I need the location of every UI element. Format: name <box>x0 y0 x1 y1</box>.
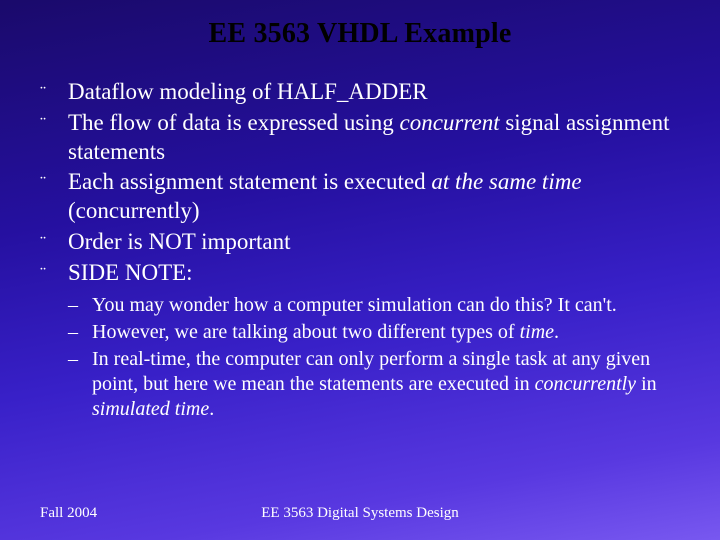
footer-center: EE 3563 Digital Systems Design <box>0 505 720 522</box>
text-em: concurrent <box>400 110 500 135</box>
dash-icon: – <box>68 320 92 345</box>
bullet-text: Dataflow modeling of HALF_ADDER <box>68 78 680 107</box>
bullet-text: Each assignment statement is executed at… <box>68 168 680 226</box>
sub-text: However, we are talking about two differ… <box>92 320 680 345</box>
text-run: However, we are talking about two differ… <box>92 321 520 343</box>
diamond-icon: ¨ <box>40 228 68 256</box>
text-run: The flow of data is expressed using <box>68 110 400 135</box>
text-run: Each assignment statement is executed <box>68 169 431 194</box>
bullet-item: ¨ Order is NOT important <box>40 228 680 257</box>
text-run: Order is NOT important <box>68 229 291 254</box>
text-run: . <box>554 321 559 343</box>
sub-item: – You may wonder how a computer simulati… <box>68 293 680 318</box>
bullet-item: ¨ Dataflow modeling of HALF_ADDER <box>40 78 680 107</box>
text-em: simulated time <box>92 398 209 420</box>
text-run: Dataflow modeling of HALF_ADDER <box>68 79 428 104</box>
bullet-text: Order is NOT important <box>68 228 680 257</box>
bullet-item: ¨ SIDE NOTE: <box>40 259 680 288</box>
slide: EE 3563 VHDL Example ¨ Dataflow modeling… <box>0 0 720 540</box>
dash-icon: – <box>68 293 92 318</box>
bullet-list: ¨ Dataflow modeling of HALF_ADDER ¨ The … <box>40 78 680 287</box>
text-em: time <box>520 321 554 343</box>
sub-item: – In real-time, the computer can only pe… <box>68 347 680 422</box>
slide-title: EE 3563 VHDL Example <box>40 18 680 50</box>
text-run: in <box>636 373 657 395</box>
text-em: at the same time <box>431 169 581 194</box>
text-run: You may wonder how a computer simulation… <box>92 294 617 316</box>
text-run: (concurrently) <box>68 198 200 223</box>
bullet-text: The flow of data is expressed using conc… <box>68 109 680 167</box>
diamond-icon: ¨ <box>40 78 68 106</box>
bullet-item: ¨ Each assignment statement is executed … <box>40 168 680 226</box>
text-run: . <box>209 398 214 420</box>
sub-text: In real-time, the computer can only perf… <box>92 347 680 422</box>
diamond-icon: ¨ <box>40 109 68 137</box>
sub-text: You may wonder how a computer simulation… <box>92 293 680 318</box>
bullet-item: ¨ The flow of data is expressed using co… <box>40 109 680 167</box>
dash-icon: – <box>68 347 92 372</box>
bullet-text: SIDE NOTE: <box>68 259 680 288</box>
text-run: SIDE NOTE: <box>68 260 193 285</box>
diamond-icon: ¨ <box>40 168 68 196</box>
text-em: concurrently <box>535 373 636 395</box>
sub-item: – However, we are talking about two diff… <box>68 320 680 345</box>
diamond-icon: ¨ <box>40 259 68 287</box>
sub-list: – You may wonder how a computer simulati… <box>68 293 680 422</box>
